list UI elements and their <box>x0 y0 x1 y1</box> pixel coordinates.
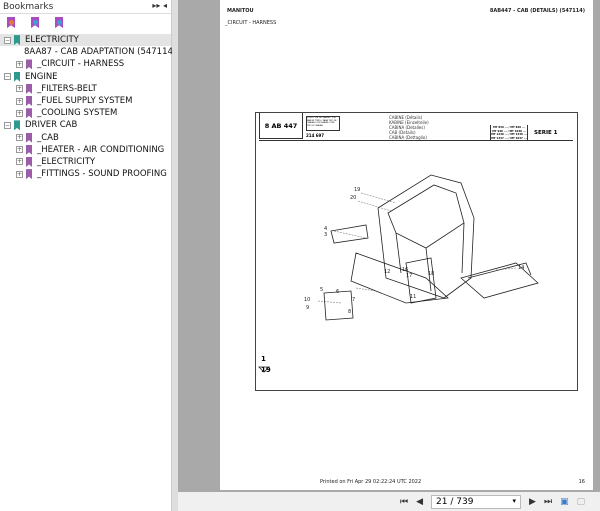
page-input-value: 21 / 739 <box>436 496 474 507</box>
brand-label: MANITOU <box>227 8 254 14</box>
bookmark-item[interactable]: − ELECTRICITY <box>0 34 171 47</box>
copy-page-icon[interactable]: ▢ <box>577 497 586 507</box>
bookmark-item[interactable]: + _FUEL SUPPLY SYSTEM <box>0 95 171 107</box>
bookmark-item[interactable]: − DRIVER CAB <box>0 119 171 131</box>
panel-controls[interactable]: ▸▸ ◂ <box>152 1 167 10</box>
bookmark-label: _FUEL SUPPLY SYSTEM <box>37 96 133 107</box>
bookmark-label: _HEATER - AIR CONDITIONING <box>37 144 165 155</box>
part-number-label: 19 <box>354 187 360 193</box>
page-number: 16 <box>578 479 585 485</box>
bookmark-item[interactable]: + _COOLING SYSTEM <box>0 107 171 119</box>
bookmark-tree: − ELECTRICITY 8AA87 - CAB ADAPTATION (5471… <box>0 34 176 180</box>
expand-toggle-icon[interactable]: − <box>4 36 11 44</box>
page-label: 1 <box>261 355 266 363</box>
bookmarks-panel: Bookmarks ▸▸ ◂ − ELECTRICITY 8AA87 - CAB A… <box>0 0 176 511</box>
bookmark-icon <box>14 120 20 131</box>
previous-page-button[interactable]: ◀ <box>416 497 423 507</box>
part-number-label: 10 <box>304 297 310 303</box>
part-number-label: 8 <box>348 309 351 315</box>
bookmark-icon <box>26 169 32 180</box>
bookmark-label: _COOLING SYSTEM <box>37 108 118 119</box>
part-number-label: 5 <box>320 287 323 293</box>
last-page-button[interactable]: ⏭ <box>544 497 552 507</box>
part-number-label: 3 <box>324 232 327 238</box>
bookmark-icon <box>26 132 32 143</box>
expand-toggle-icon[interactable]: + <box>16 134 23 142</box>
expand-toggle-icon[interactable]: + <box>16 146 23 154</box>
navigation-bar: ⏮ ◀ 21 / 739 ▾ ▶ ⏭ ▣ ▢ <box>178 492 600 511</box>
part-number-label: 9 <box>306 305 309 311</box>
bookmark-icon <box>26 59 32 70</box>
expand-toggle-icon[interactable]: + <box>16 109 23 117</box>
bookmark-item[interactable]: 8AA87 - CAB ADAPTATION (547114) <box>0 46 176 58</box>
view-mode-icon[interactable]: ▣ <box>560 497 569 507</box>
bookmark-label: _FITTINGS - SOUND PROOFING <box>37 169 167 180</box>
bookmark-item[interactable]: − ENGINE <box>0 71 171 83</box>
bookmark-icon <box>14 71 20 82</box>
bookmark-label: ELECTRICITY <box>25 35 79 46</box>
bookmark-icon <box>26 108 32 119</box>
chevron-down-icon[interactable]: ▾ <box>513 497 517 505</box>
bookmark-item[interactable]: + _CAB <box>0 132 171 144</box>
part-number-label: 7 <box>352 297 355 303</box>
next-page-button[interactable]: ▶ <box>529 497 536 507</box>
part-number-label: 6 <box>336 289 339 295</box>
document-ref: 8AB447 - CAB (DETAILS) (547114) <box>489 8 585 14</box>
part-number-label: 11 <box>410 294 416 300</box>
part-number-label: 12 <box>384 269 390 275</box>
expand-toggle-icon[interactable]: − <box>4 121 11 129</box>
bookmark-label: _CIRCUIT - HARNESS <box>37 59 125 70</box>
first-page-button[interactable]: ⏮ <box>400 497 408 507</box>
bookmark-item[interactable]: + _ELECTRICITY <box>0 156 171 168</box>
bookmark-label: _FILTERS-BELT <box>37 83 97 94</box>
expand-toggle-icon[interactable]: − <box>4 73 11 81</box>
part-number-label: 17 <box>406 273 412 279</box>
bookmark-icon <box>26 83 32 94</box>
bookmark-item[interactable]: + _FILTERS-BELT <box>0 83 171 95</box>
bookmark-label: 8AA87 - CAB ADAPTATION (547114) <box>24 47 177 58</box>
expand-toggle-icon[interactable]: + <box>16 97 23 105</box>
bookmark-toolbar <box>0 14 171 34</box>
section-label: _CIRCUIT - HARNESS <box>225 20 277 26</box>
bookmark-label: _CAB <box>37 132 59 143</box>
bookmark-icon <box>26 144 32 155</box>
bookmark-icon <box>14 35 20 46</box>
cab-exploded-drawing: 19204312 1617 1814111095 678 1 19 <box>258 174 539 374</box>
find-bookmark-icon[interactable] <box>30 17 40 29</box>
part-number-label: 18 <box>428 271 434 277</box>
bookmark-label: DRIVER CAB <box>25 120 78 131</box>
part-number-label: 14 <box>518 265 524 271</box>
parts-diagram: 8 AB 447 POUR TYPE DE CABINE / FOR RANGE… <box>255 112 578 391</box>
bookmark-item[interactable]: + _CIRCUIT - HARNESS <box>0 58 171 70</box>
bookmarks-header: Bookmarks ▸▸ ◂ <box>0 0 171 14</box>
bookmark-icon <box>26 156 32 167</box>
expand-bookmark-icon[interactable] <box>6 17 16 29</box>
bookmark-label: ENGINE <box>25 71 58 82</box>
expand-toggle-icon[interactable]: + <box>16 60 23 68</box>
bookmark-item[interactable]: + _FITTINGS - SOUND PROOFING <box>0 168 171 180</box>
bookmark-item[interactable]: + _HEATER - AIR CONDITIONING <box>0 144 171 156</box>
bookmark-label: _ELECTRICITY <box>37 156 96 167</box>
printed-on: Printed on Fri Apr 29 02:22:24 UTC 2022 <box>320 479 422 485</box>
pdf-page: MANITOU 8AB447 - CAB (DETAILS) (547114) … <box>220 0 593 490</box>
expand-toggle-icon[interactable]: + <box>16 85 23 93</box>
bookmark-icon <box>26 96 32 107</box>
expand-toggle-icon[interactable]: + <box>16 158 23 166</box>
page-input[interactable]: 21 / 739 ▾ <box>431 494 522 509</box>
bookmarks-title: Bookmarks <box>3 2 54 12</box>
part-number-label: 20 <box>350 195 356 201</box>
bookmark-options-icon[interactable] <box>54 17 64 29</box>
expand-toggle-icon[interactable]: + <box>16 170 23 178</box>
